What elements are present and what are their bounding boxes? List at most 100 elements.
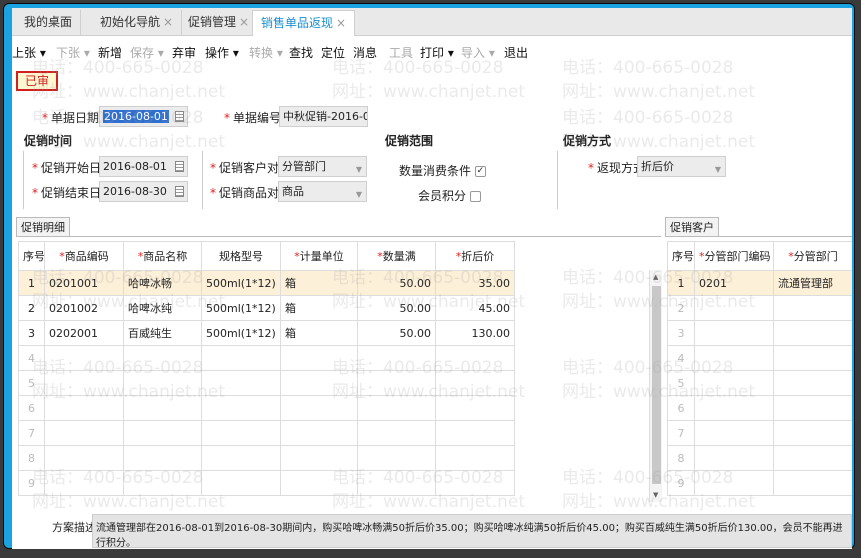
detail-scrollbar[interactable]: ▲ ▼ — [649, 270, 662, 502]
table-row[interactable]: 3 0202001 百威纯生 500ml(1*12) 箱 50.00 130.00 — [18, 320, 515, 346]
qty-condition-checkbox[interactable]: ✓ — [474, 166, 486, 177]
table-cell[interactable]: 6 — [667, 395, 695, 421]
toolbar-button-7[interactable]: 查找 — [289, 44, 313, 61]
table-cell[interactable] — [123, 395, 202, 421]
table-cell[interactable] — [357, 445, 436, 471]
table-cell[interactable] — [44, 370, 124, 396]
table-cell[interactable] — [773, 395, 852, 421]
end-date-field[interactable]: 2016-08-30 — [99, 181, 188, 202]
table-cell[interactable]: 7 — [18, 420, 45, 446]
table-cell[interactable]: 0202001 — [44, 320, 124, 346]
table-cell[interactable] — [435, 395, 515, 421]
table-cell[interactable] — [123, 370, 202, 396]
table-cell[interactable]: 1 — [667, 270, 695, 296]
goods-object-select[interactable]: 商品 ▼ — [278, 181, 367, 202]
table-cell[interactable] — [357, 395, 436, 421]
close-icon[interactable]: × — [163, 15, 173, 29]
table-cell[interactable]: 2 — [18, 295, 45, 321]
toolbar-button-10[interactable]: 工具 — [389, 44, 413, 61]
table-cell[interactable]: 500ml(1*12) — [201, 270, 281, 296]
tab-promo-detail[interactable]: 促销明细 — [16, 217, 70, 237]
table-cell[interactable] — [357, 470, 436, 496]
table-cell[interactable]: 3 — [18, 320, 45, 346]
table-row[interactable]: 9 — [18, 470, 515, 496]
doc-date-field[interactable]: 2016-08-01 — [99, 106, 188, 127]
qty-condition[interactable]: 数量消费条件 ✓ — [399, 162, 486, 179]
table-cell[interactable] — [201, 370, 281, 396]
table-row[interactable]: 7 — [18, 420, 515, 446]
member-points-checkbox[interactable] — [469, 191, 481, 202]
table-row[interactable]: 7 — [667, 420, 852, 446]
table-row[interactable]: 1 0201001 哈啤冰畅 500ml(1*12) 箱 50.00 35.00 — [18, 270, 515, 296]
table-cell[interactable] — [435, 420, 515, 446]
table-cell[interactable] — [201, 345, 281, 371]
table-cell[interactable]: 流通管理部 — [773, 270, 852, 296]
table-row[interactable]: 2 — [667, 295, 852, 321]
table-row[interactable]: 9 — [667, 470, 852, 496]
toolbar-button-6[interactable]: 转换 ▾ — [249, 44, 283, 61]
table-cell[interactable]: 6 — [18, 395, 45, 421]
table-row[interactable]: 1 0201 流通管理部 — [667, 270, 852, 296]
table-row[interactable]: 2 0201002 哈啤冰纯 500ml(1*12) 箱 50.00 45.00 — [18, 295, 515, 321]
table-cell[interactable]: 45.00 — [435, 295, 515, 321]
table-cell[interactable]: 130.00 — [435, 320, 515, 346]
table-cell[interactable]: 50.00 — [357, 320, 436, 346]
table-cell[interactable] — [357, 370, 436, 396]
table-cell[interactable] — [44, 395, 124, 421]
toolbar-button-12[interactable]: 导入 ▾ — [461, 44, 495, 61]
table-cell[interactable] — [280, 345, 358, 371]
toolbar-button-4[interactable]: 弃审 — [172, 44, 196, 61]
table-cell[interactable] — [694, 395, 774, 421]
table-cell[interactable] — [280, 370, 358, 396]
table-cell[interactable] — [694, 320, 774, 346]
toolbar-button-0[interactable]: 上张 ▾ — [12, 44, 46, 61]
table-cell[interactable]: 箱 — [280, 320, 358, 346]
table-cell[interactable] — [435, 445, 515, 471]
scroll-up-icon[interactable]: ▲ — [653, 273, 658, 281]
tab-promo-customers[interactable]: 促销客户 — [665, 217, 719, 237]
customer-object-select[interactable]: 分管部门 ▼ — [278, 156, 367, 177]
table-cell[interactable]: 箱 — [280, 295, 358, 321]
table-cell[interactable] — [123, 420, 202, 446]
column-header[interactable]: *分管部门 — [773, 241, 852, 271]
table-cell[interactable]: 50.00 — [357, 270, 436, 296]
column-header[interactable]: *分管部门编码 — [694, 241, 774, 271]
table-cell[interactable] — [435, 370, 515, 396]
table-row[interactable]: 8 — [667, 445, 852, 471]
table-cell[interactable] — [694, 470, 774, 496]
table-row[interactable]: 4 — [667, 345, 852, 371]
table-cell[interactable] — [435, 470, 515, 496]
table-cell[interactable] — [694, 420, 774, 446]
calendar-icon[interactable] — [175, 111, 184, 122]
table-cell[interactable]: 500ml(1*12) — [201, 295, 281, 321]
table-cell[interactable] — [773, 470, 852, 496]
tab-2[interactable]: 促销管理 × — [180, 10, 259, 36]
column-header[interactable]: 序号 — [667, 241, 695, 271]
table-cell[interactable] — [201, 420, 281, 446]
table-cell[interactable] — [201, 470, 281, 496]
table-cell[interactable]: 2 — [667, 295, 695, 321]
table-cell[interactable] — [435, 345, 515, 371]
table-cell[interactable]: 500ml(1*12) — [201, 320, 281, 346]
toolbar-button-9[interactable]: 消息 — [353, 44, 377, 61]
table-cell[interactable] — [44, 420, 124, 446]
table-row[interactable]: 6 — [18, 395, 515, 421]
table-cell[interactable] — [773, 420, 852, 446]
doc-no-field[interactable]: 中秋促销-2016-0... — [279, 106, 368, 127]
table-cell[interactable] — [694, 370, 774, 396]
toolbar-button-13[interactable]: 退出 — [504, 44, 528, 61]
table-cell[interactable]: 1 — [18, 270, 45, 296]
table-cell[interactable] — [280, 420, 358, 446]
table-cell[interactable]: 5 — [18, 370, 45, 396]
calendar-icon[interactable] — [175, 186, 184, 197]
table-cell[interactable]: 0201 — [694, 270, 774, 296]
table-cell[interactable]: 9 — [18, 470, 45, 496]
table-cell[interactable]: 百威纯生 — [123, 320, 202, 346]
table-cell[interactable] — [280, 395, 358, 421]
table-cell[interactable] — [694, 295, 774, 321]
column-header[interactable]: *折后价 — [435, 241, 515, 271]
table-cell[interactable] — [123, 470, 202, 496]
column-header[interactable]: 序号 — [18, 241, 45, 271]
table-row[interactable]: 4 — [18, 345, 515, 371]
table-cell[interactable]: 5 — [667, 370, 695, 396]
